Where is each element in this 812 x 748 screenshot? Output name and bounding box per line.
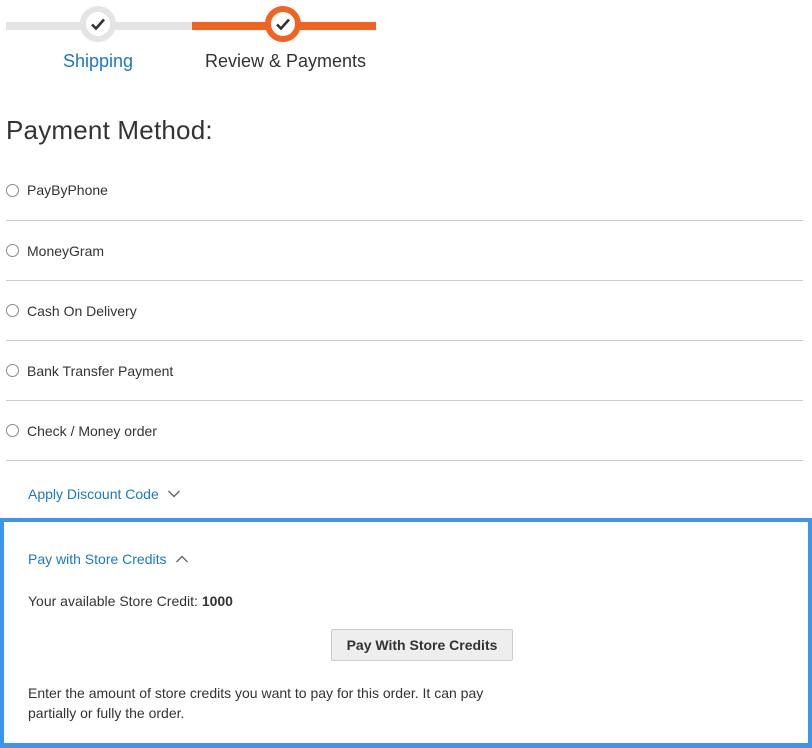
apply-discount-code-label[interactable]: Apply Discount Code: [28, 486, 159, 502]
radio-button[interactable]: [6, 424, 19, 437]
payment-method-label[interactable]: Bank Transfer Payment: [27, 363, 173, 379]
checkout-progress-bar: Shipping Review & Payments: [0, 0, 812, 80]
payment-method-label[interactable]: MoneyGram: [27, 243, 104, 259]
pay-with-store-credits-button[interactable]: Pay With Store Credits: [331, 629, 513, 661]
payment-method-check-money-order[interactable]: Check / Money order: [6, 401, 803, 461]
payment-method-cash-on-delivery[interactable]: Cash On Delivery: [6, 281, 803, 341]
payment-method-paybyphone[interactable]: PayByPhone: [6, 160, 803, 221]
chevron-down-icon[interactable]: [167, 489, 181, 499]
payment-method-moneygram[interactable]: MoneyGram: [6, 221, 803, 281]
radio-button[interactable]: [6, 364, 19, 377]
pay-with-store-credits-label[interactable]: Pay with Store Credits: [28, 551, 167, 567]
available-store-credit: Your available Store Credit: 1000: [28, 593, 233, 609]
available-store-credit-amount: 1000: [201, 593, 233, 609]
step-shipping-check-icon[interactable]: [80, 6, 116, 42]
payment-method-list: PayByPhone MoneyGram Cash On Delivery Ba…: [6, 160, 803, 461]
step-review-check-icon: [265, 6, 301, 42]
store-credits-panel: Pay with Store Credits Your available St…: [0, 518, 812, 748]
apply-discount-code-toggle[interactable]: Apply Discount Code: [28, 486, 181, 502]
available-store-credit-label: Your available Store Credit:: [28, 593, 198, 609]
store-credits-help-text: Enter the amount of store credits you wa…: [28, 685, 484, 721]
step-shipping-link[interactable]: Shipping: [63, 51, 133, 72]
step-review-label: Review & Payments: [205, 51, 367, 71]
payment-method-label[interactable]: Cash On Delivery: [27, 303, 137, 319]
pay-with-store-credits-toggle[interactable]: Pay with Store Credits: [28, 551, 189, 567]
radio-button[interactable]: [6, 304, 19, 317]
payment-method-bank-transfer[interactable]: Bank Transfer Payment: [6, 341, 803, 401]
radio-button[interactable]: [6, 183, 19, 197]
radio-button[interactable]: [6, 244, 19, 257]
payment-method-label[interactable]: Check / Money order: [27, 423, 157, 439]
chevron-up-icon[interactable]: [175, 554, 189, 564]
payment-method-title: Payment Method:: [6, 115, 213, 145]
payment-method-label[interactable]: PayByPhone: [27, 182, 108, 198]
